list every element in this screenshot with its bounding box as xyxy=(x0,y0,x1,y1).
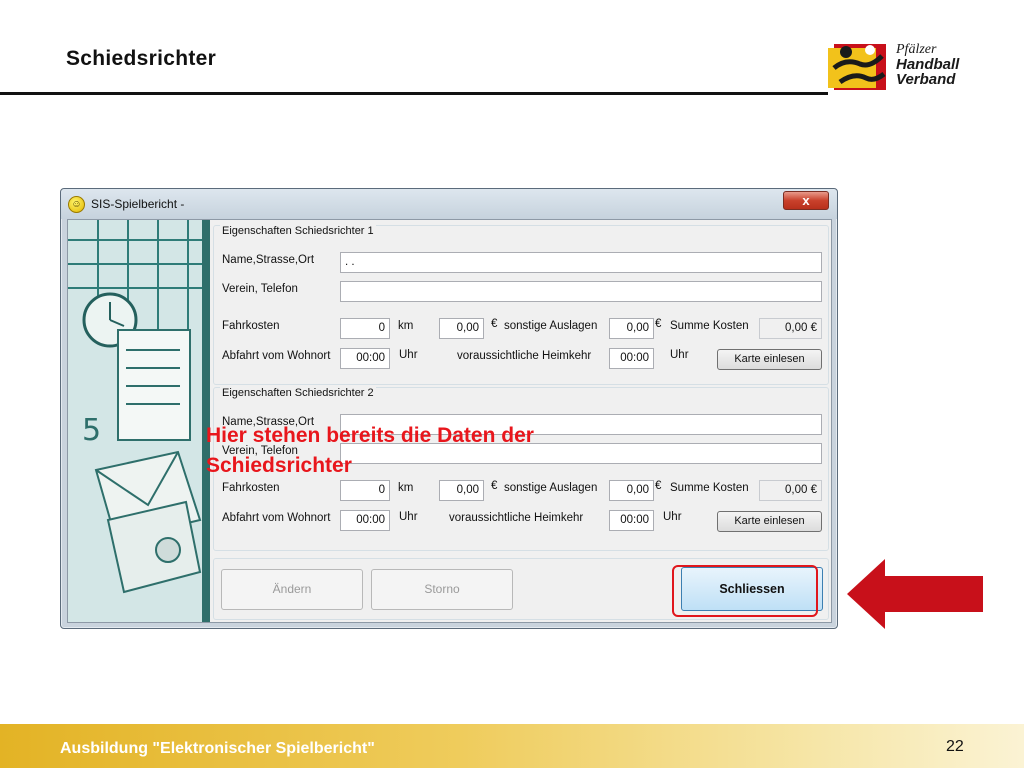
referee-2-fahrkosten-label: Fahrkosten xyxy=(222,482,280,494)
referee-1-heimkehr-label: voraussichtliche Heimkehr xyxy=(457,350,592,362)
referee-1-group: Eigenschaften Schiedsrichter 1 Name,Stra… xyxy=(213,225,829,385)
logo: Pfälzer Handball Verband xyxy=(826,38,986,94)
aendern-button[interactable]: Ändern xyxy=(221,569,363,610)
window-close-button[interactable]: x xyxy=(783,191,829,210)
logo-text: Pfälzer Handball Verband xyxy=(896,42,959,87)
window-title: SIS-Spielbericht - xyxy=(91,197,185,211)
referee-2-fahrkosten-euro-input[interactable]: 0,00 xyxy=(439,480,484,501)
referee-1-verein-label: Verein, Telefon xyxy=(222,283,298,295)
referee-1-km-label: km xyxy=(398,320,414,332)
referee-2-sonstige-label: sonstige Auslagen xyxy=(504,482,598,494)
referee-1-name-label: Name,Strasse,Ort xyxy=(222,254,315,266)
slide-title: Schiedsrichter xyxy=(66,47,217,70)
referee-1-uhr-label-2: Uhr xyxy=(670,349,689,361)
page-number: 22 xyxy=(946,738,964,755)
handball-logo-icon xyxy=(828,44,886,90)
referee-2-km-label: km xyxy=(398,482,414,494)
referee-1-km-input[interactable]: 0 xyxy=(340,318,390,339)
referee-2-karte-einlesen-button[interactable]: Karte einlesen xyxy=(717,511,822,532)
slide: Schiedsrichter Pfälzer Handball Verband … xyxy=(0,0,1024,768)
annotation-line-1: Hier stehen bereits die Daten der xyxy=(206,424,534,447)
referee-1-verein-input[interactable] xyxy=(340,281,822,302)
svg-text:5: 5 xyxy=(82,413,101,448)
referee-2-summe-value: 0,00 € xyxy=(759,480,822,501)
window-titlebar[interactable]: ☺ SIS-Spielbericht - x xyxy=(61,189,837,219)
referee-1-sonstige-input[interactable]: 0,00 xyxy=(609,318,654,339)
left-arrow-icon xyxy=(847,559,983,629)
referee-1-legend: Eigenschaften Schiedsrichter 1 xyxy=(220,225,376,237)
referee-1-fahrkosten-label: Fahrkosten xyxy=(222,320,280,332)
referee-1-abfahrt-input[interactable]: 00:00 xyxy=(340,348,390,369)
annotation-line-2: Schiedsrichter xyxy=(206,454,352,477)
referee-2-heimkehr-input[interactable]: 00:00 xyxy=(609,510,654,531)
logo-line-1: Pfälzer xyxy=(896,42,937,57)
footer-bar: Ausbildung "Elektronischer Spielbericht"… xyxy=(0,724,1024,768)
logo-line-3: Verband xyxy=(896,71,956,88)
referee-1-summe-value: 0,00 € xyxy=(759,318,822,339)
referee-2-uhr-label-1: Uhr xyxy=(399,511,418,523)
referee-1-euro-label-2: € xyxy=(655,318,662,330)
schliessen-highlight-frame xyxy=(672,565,818,617)
annotation-text: Hier stehen bereits die Daten der Schied… xyxy=(206,421,534,481)
referee-1-euro-label-1: € xyxy=(491,318,498,330)
referee-2-abfahrt-label: Abfahrt vom Wohnort xyxy=(222,512,331,524)
storno-button[interactable]: Storno xyxy=(371,569,513,610)
referee-2-sonstige-input[interactable]: 0,00 xyxy=(609,480,654,501)
referee-2-km-input[interactable]: 0 xyxy=(340,480,390,501)
referee-2-euro-label-1: € xyxy=(491,480,498,492)
referee-1-heimkehr-input[interactable]: 00:00 xyxy=(609,348,654,369)
window-client-area: 5 Eigenschaften Schiedsrichter 1 Name,St… xyxy=(67,219,832,623)
referee-1-sonstige-label: sonstige Auslagen xyxy=(504,320,598,332)
referee-2-legend: Eigenschaften Schiedsrichter 2 xyxy=(220,387,376,399)
footer-text: Ausbildung "Elektronischer Spielbericht" xyxy=(60,740,375,757)
referee-2-abfahrt-input[interactable]: 00:00 xyxy=(340,510,390,531)
logo-line-2: Handball xyxy=(896,56,960,73)
referee-2-summe-label: Summe Kosten xyxy=(670,482,749,494)
smiley-app-icon: ☺ xyxy=(68,196,85,213)
referee-2-heimkehr-label: voraussichtliche Heimkehr xyxy=(449,512,584,524)
referee-1-fahrkosten-euro-input[interactable]: 0,00 xyxy=(439,318,484,339)
referee-1-abfahrt-label: Abfahrt vom Wohnort xyxy=(222,350,331,362)
referee-2-euro-label-2: € xyxy=(655,480,662,492)
referee-1-name-input[interactable]: . . xyxy=(340,252,822,273)
referee-1-karte-einlesen-button[interactable]: Karte einlesen xyxy=(717,349,822,370)
title-rule xyxy=(0,92,828,95)
app-window: ☺ SIS-Spielbericht - x 5 Eigenschaften S… xyxy=(60,188,838,629)
referee-2-uhr-label-2: Uhr xyxy=(663,511,682,523)
side-illustration-icon: 5 xyxy=(68,220,210,622)
referee-1-uhr-label-1: Uhr xyxy=(399,349,418,361)
referee-1-summe-label: Summe Kosten xyxy=(670,320,749,332)
